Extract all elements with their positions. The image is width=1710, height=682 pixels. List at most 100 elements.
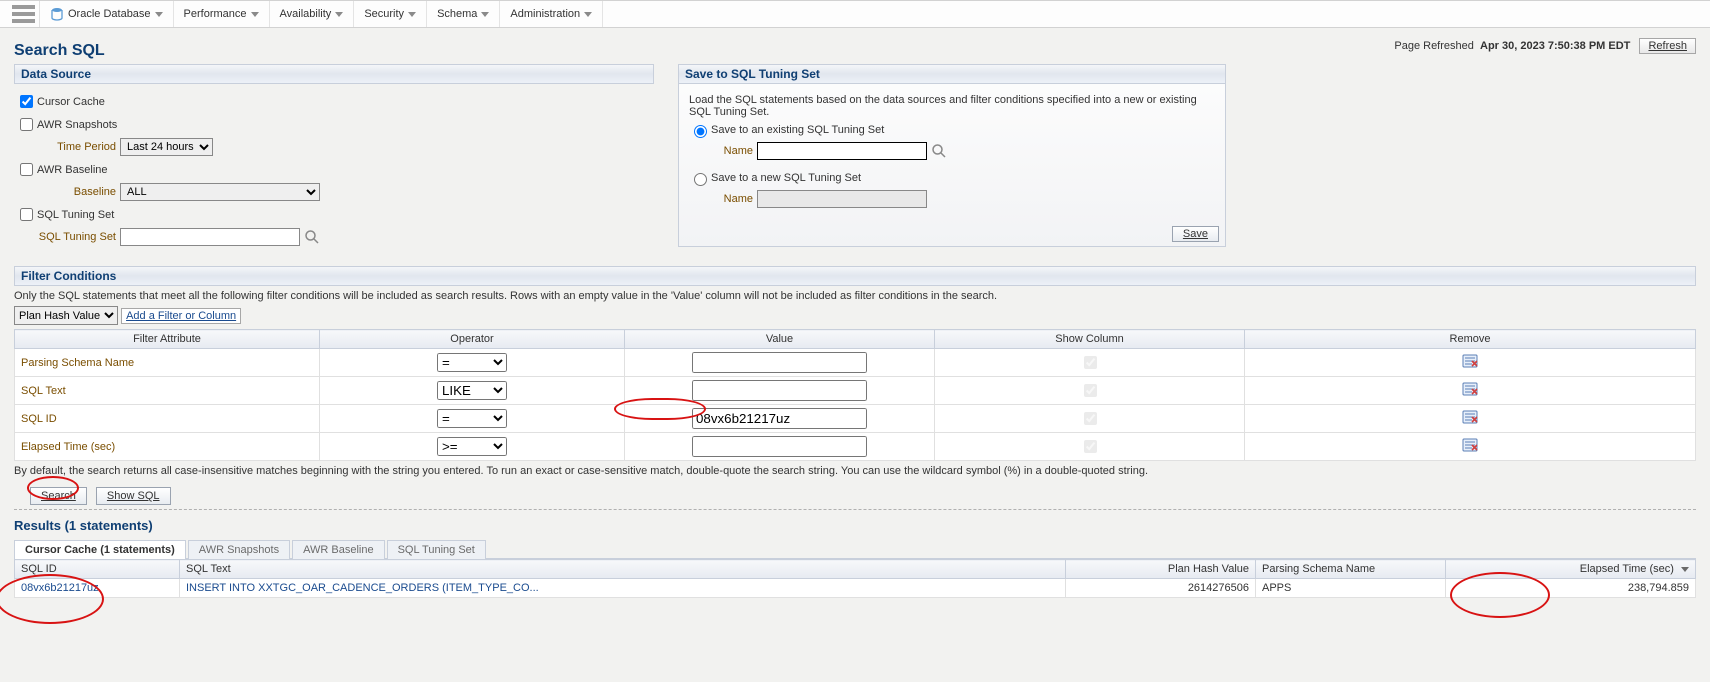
operator-select[interactable]: >= [437,437,507,456]
col-filter-attribute: Filter Attribute [15,330,320,349]
tab-cursor-cache[interactable]: Cursor Cache (1 statements) [14,540,186,559]
schema-cell: APPS [1256,579,1446,598]
show-column-checkbox [1084,356,1097,369]
time-period-select[interactable]: Last 24 hours [120,138,213,156]
tab-sts[interactable]: SQL Tuning Set [387,540,486,559]
filter-attr: SQL Text [15,377,320,405]
menu-administration[interactable]: Administration [500,1,603,27]
show-sql-button[interactable]: Show SQL [96,487,171,505]
sts-checkbox[interactable] [20,208,33,221]
menu-oracle-database[interactable]: Oracle Database [40,1,174,27]
add-filter-link[interactable]: Add a Filter or Column [121,308,241,324]
tab-awr-snapshots[interactable]: AWR Snapshots [188,540,290,559]
results-header: Results (1 statements) [14,518,1696,533]
show-column-checkbox [1084,412,1097,425]
col-schema[interactable]: Parsing Schema Name [1256,560,1446,579]
new-name-input [757,190,927,208]
sts-name-input[interactable] [120,228,300,246]
save-new-radio[interactable] [694,173,707,186]
add-filter-select[interactable]: Plan Hash Value [14,306,118,325]
value-input[interactable] [692,380,867,401]
chevron-down-icon [335,12,343,17]
sql-text-link[interactable]: INSERT INTO XXTGC_OAR_CADENCE_ORDERS (IT… [186,582,539,594]
menu-schema[interactable]: Schema [427,1,500,27]
menu-label: Availability [280,8,332,20]
results-tabstrip: Cursor Cache (1 statements) AWR Snapshot… [14,539,1696,559]
refresh-button[interactable]: Refresh [1639,38,1696,54]
awr-baseline-label: AWR Baseline [37,164,108,176]
value-input[interactable] [692,436,867,457]
phv-cell: 2614276506 [1066,579,1256,598]
operator-select[interactable]: = [437,353,507,372]
menu-performance[interactable]: Performance [174,1,270,27]
operator-select[interactable]: LIKE [437,381,507,400]
baseline-select[interactable]: ALL [120,183,320,201]
menu-availability[interactable]: Availability [270,1,355,27]
col-show: Show Column [935,330,1245,349]
search-button[interactable]: Search [30,487,87,505]
save-sts-header: Save to SQL Tuning Set [679,65,1225,84]
baseline-label: Baseline [38,186,116,198]
save-sts-panel: Save to SQL Tuning Set Load the SQL stat… [678,64,1226,247]
save-button[interactable]: Save [1172,226,1219,242]
col-sql-id[interactable]: SQL ID [15,560,180,579]
cursor-cache-checkbox[interactable] [20,95,33,108]
save-new-label: Save to a new SQL Tuning Set [711,172,861,184]
save-existing-label: Save to an existing SQL Tuning Set [711,124,884,136]
cursor-cache-label: Cursor Cache [37,96,105,108]
separator [14,509,1696,510]
refresh-label: Page Refreshed [1394,40,1474,52]
awr-snapshots-label: AWR Snapshots [37,119,117,131]
remove-icon[interactable] [1461,445,1479,457]
refresh-timestamp: Apr 30, 2023 7:50:38 PM EDT [1480,40,1630,52]
menu-label: Oracle Database [68,8,151,20]
search-icon[interactable] [931,143,947,159]
existing-name-label: Name [711,145,753,157]
col-elapsed[interactable]: Elapsed Time (sec) [1446,560,1696,579]
filter-attr: Elapsed Time (sec) [15,433,320,461]
filter-header: Filter Conditions [14,266,1696,286]
col-elapsed-label: Elapsed Time (sec) [1580,563,1674,575]
value-input[interactable] [692,408,867,429]
awr-baseline-checkbox[interactable] [20,163,33,176]
top-menu-bar: Oracle Database Performance Availability… [0,0,1710,28]
save-sts-intro: Load the SQL statements based on the dat… [689,94,1215,118]
menu-label: Schema [437,8,477,20]
col-operator: Operator [320,330,625,349]
filter-row: Elapsed Time (sec) >= [15,433,1696,461]
sql-id-link[interactable]: 08vx6b21217uz [21,582,99,594]
col-phv[interactable]: Plan Hash Value [1066,560,1256,579]
sts-field-label: SQL Tuning Set [38,231,116,243]
sts-label: SQL Tuning Set [37,209,114,221]
page-refresh-info: Page Refreshed Apr 30, 2023 7:50:38 PM E… [1394,38,1696,54]
menu-label: Security [364,8,404,20]
time-period-label: Time Period [38,141,116,153]
existing-name-input[interactable] [757,142,927,160]
show-column-checkbox [1084,440,1097,453]
col-value: Value [625,330,935,349]
awr-snapshots-checkbox[interactable] [20,118,33,131]
table-row: 08vx6b21217uz INSERT INTO XXTGC_OAR_CADEN… [15,579,1696,598]
search-icon[interactable] [304,229,320,245]
new-name-label: Name [711,193,753,205]
col-sql-text[interactable]: SQL Text [180,560,1066,579]
remove-icon[interactable] [1461,389,1479,401]
value-input[interactable] [692,352,867,373]
chevron-down-icon [408,12,416,17]
filter-intro: Only the SQL statements that meet all th… [14,290,1696,302]
remove-icon[interactable] [1461,417,1479,429]
chevron-down-icon [584,12,592,17]
remove-icon[interactable] [1461,361,1479,373]
chevron-down-icon [155,12,163,17]
filter-row: Parsing Schema Name= [15,349,1696,377]
filter-note: By default, the search returns all case-… [14,465,1696,477]
hamburger-icon[interactable] [8,1,40,27]
operator-select[interactable]: = [437,409,507,428]
show-column-checkbox [1084,384,1097,397]
filter-row: SQL ID= [15,405,1696,433]
menu-security[interactable]: Security [354,1,427,27]
tab-awr-baseline[interactable]: AWR Baseline [292,540,385,559]
filter-table: Filter Attribute Operator Value Show Col… [14,329,1696,461]
save-existing-radio[interactable] [694,125,707,138]
database-icon [50,7,64,21]
